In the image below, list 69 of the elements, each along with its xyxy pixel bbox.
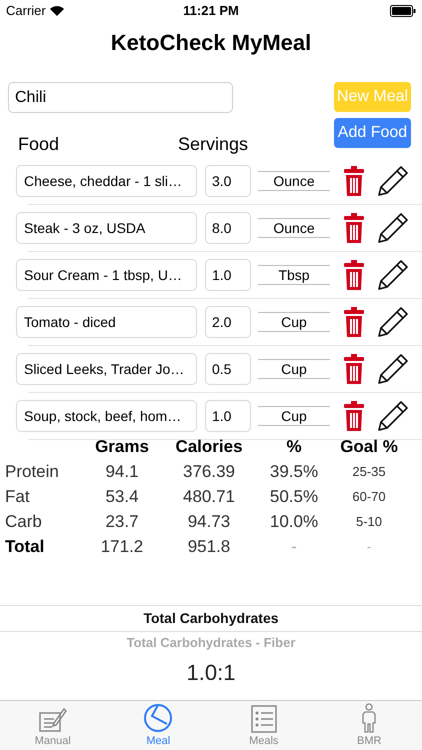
column-header: Food [18, 132, 60, 156]
trash-icon[interactable] [343, 401, 365, 431]
summary-cell-text: 951.8 [186, 536, 232, 558]
servings-field[interactable]: 2.0 [205, 306, 251, 338]
summary-cell-text: 10.0% [268, 511, 320, 533]
summary-cell-text: - [290, 536, 298, 558]
pencil-icon[interactable] [377, 259, 409, 291]
food-name-field[interactable]: Tomato - diced [16, 306, 197, 338]
unit-picker[interactable]: Ounce [258, 218, 330, 238]
pencil-icon[interactable] [377, 165, 409, 197]
summary-cell-text: 50.5% [268, 486, 320, 508]
action-button[interactable]: Add Food [334, 118, 411, 148]
trash-icon[interactable] [343, 260, 365, 290]
unit-picker[interactable]: Cup [258, 406, 330, 426]
carrier-text: Carrier [6, 2, 46, 20]
person-icon [361, 702, 378, 732]
servings-field[interactable]: 3.0 [205, 165, 251, 197]
trash-icon[interactable] [343, 307, 365, 337]
servings-field[interactable]: 1.0 [205, 400, 251, 432]
trash-icon[interactable] [343, 166, 365, 196]
food-name-field[interactable]: Steak - 3 oz, USDA [16, 212, 197, 244]
summary-cell-text: 53.4 [104, 486, 140, 508]
nutrient-label: Carb [5, 511, 43, 533]
summary-header: % [285, 436, 303, 458]
servings-field[interactable]: 1.0 [205, 259, 251, 291]
summary-cell-text: 480.71 [182, 486, 236, 508]
unit-picker[interactable]: Ounce [258, 171, 330, 191]
nutrient-label: Fat [5, 486, 31, 508]
food-name-field[interactable]: Sliced Leeks, Trader Jo… [16, 353, 197, 385]
summary-cell-text: 171.2 [100, 536, 144, 558]
unit-picker[interactable]: Cup [258, 312, 330, 332]
unit-picker[interactable]: Cup [258, 359, 330, 379]
pencil-icon[interactable] [377, 212, 409, 244]
carb-picker-option[interactable]: Total Carbohydrates [0, 606, 422, 632]
summary-cell-text: 94.1 [104, 461, 140, 483]
tab-bar-item[interactable]: Meal [106, 701, 211, 750]
nutrient-label: Protein [5, 461, 60, 483]
summary-cell-text: 5-10 [354, 513, 384, 531]
servings-field[interactable]: 0.5 [205, 353, 251, 385]
meal-name-field[interactable]: Chili [8, 82, 233, 113]
app-title: KetoCheck MyMeal [110, 28, 312, 57]
trash-icon[interactable] [343, 354, 365, 384]
pie-chart-icon [143, 702, 174, 732]
summary-cell-text: 60-70 [351, 488, 387, 506]
wifi-icon [50, 6, 64, 16]
pencil-icon[interactable] [377, 306, 409, 338]
summary-header: Goal % [339, 436, 399, 458]
summary-cell-text: 376.39 [182, 461, 236, 483]
ratio-text: 1.0:1 [186, 662, 236, 680]
nutrient-label: Total [5, 536, 46, 558]
summary-cell-text: 94.73 [186, 511, 232, 533]
pencil-icon[interactable] [377, 400, 409, 432]
clock-text: 11:21 PM [183, 2, 239, 20]
unit-picker[interactable]: Tbsp [258, 265, 330, 285]
food-name-field[interactable]: Soup, stock, beef, hom… [16, 400, 197, 432]
food-name-field[interactable]: Cheese, cheddar - 1 sli… [16, 165, 197, 197]
trash-icon[interactable] [343, 213, 365, 243]
column-header: Servings [178, 132, 248, 156]
battery-icon [390, 5, 416, 17]
pencil-icon[interactable] [377, 353, 409, 385]
summary-cell-text: 39.5% [268, 461, 320, 483]
summary-header: Grams [94, 436, 150, 458]
summary-cell-text: - [366, 538, 372, 556]
summary-cell-text: 25-35 [351, 463, 387, 481]
servings-field[interactable]: 8.0 [205, 212, 251, 244]
summary-header: Calories [174, 436, 244, 458]
summary-cell-text: 23.7 [104, 511, 140, 533]
food-name-field[interactable]: Sour Cream - 1 tbsp, U… [16, 259, 197, 291]
list-icon [250, 704, 277, 732]
